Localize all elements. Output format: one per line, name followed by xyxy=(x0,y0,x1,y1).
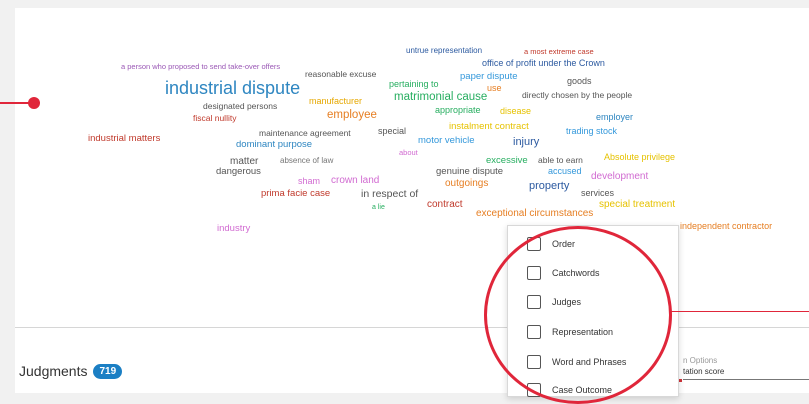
cloud-word[interactable]: pertaining to xyxy=(389,80,439,89)
cloud-word[interactable]: industrial matters xyxy=(88,134,160,144)
cloud-word[interactable]: goods xyxy=(567,77,592,86)
cloud-word[interactable]: injury xyxy=(513,137,539,148)
cloud-word[interactable]: disease xyxy=(500,107,531,116)
cloud-word[interactable]: property xyxy=(529,181,569,192)
cloud-word[interactable]: able to earn xyxy=(538,156,583,165)
cloud-word[interactable]: designated persons xyxy=(203,102,277,111)
cloud-word[interactable]: manufacturer xyxy=(309,97,362,106)
sort-value[interactable]: tation score xyxy=(683,367,724,376)
cloud-word[interactable]: independent contractor xyxy=(680,222,772,231)
cloud-word[interactable]: dominant purpose xyxy=(236,140,312,150)
cloud-word[interactable]: directly chosen by the people xyxy=(522,91,632,100)
cloud-word[interactable]: motor vehicle xyxy=(418,136,475,146)
cloud-word[interactable]: untrue representation xyxy=(406,47,482,55)
cloud-word[interactable]: fiscal nullity xyxy=(193,114,236,123)
cloud-word[interactable]: reasonable excuse xyxy=(305,70,376,79)
cloud-word[interactable]: special xyxy=(378,127,406,136)
cloud-word[interactable]: development xyxy=(591,172,648,182)
cloud-word[interactable]: outgoings xyxy=(445,179,488,189)
cloud-word[interactable]: dangerous xyxy=(216,167,261,177)
cloud-word[interactable]: sham xyxy=(298,177,320,186)
judgments-label: Judgments xyxy=(19,363,88,379)
checkbox[interactable] xyxy=(527,266,541,280)
filter-option-case-outcome[interactable]: Case Outcome xyxy=(508,378,678,402)
filter-option-label: Judges xyxy=(552,297,582,307)
cloud-word[interactable]: appropriate xyxy=(435,106,481,115)
cloud-word[interactable]: a most extreme case xyxy=(524,48,594,56)
cloud-word[interactable]: office of profit under the Crown xyxy=(482,59,605,68)
filter-option-word-and-phrases[interactable]: Word and Phrases xyxy=(508,350,678,374)
filter-option-catchwords[interactable]: Catchwords xyxy=(508,261,678,285)
filter-option-label: Order xyxy=(552,239,576,249)
cloud-word[interactable]: excessive xyxy=(486,156,528,166)
annotation-line-left xyxy=(0,102,30,104)
cloud-word[interactable]: employer xyxy=(596,113,633,122)
cloud-word[interactable]: prima facie case xyxy=(261,189,330,199)
cloud-word[interactable]: absence of law xyxy=(280,157,333,165)
judgments-count-badge: 719 xyxy=(93,363,123,379)
cloud-word[interactable]: exceptional circumstances xyxy=(476,209,593,219)
filter-option-label: Representation xyxy=(552,327,614,337)
cloud-word[interactable]: industrial dispute xyxy=(165,79,300,97)
cloud-word[interactable]: employee xyxy=(327,109,377,122)
checkbox[interactable] xyxy=(527,383,541,397)
cloud-word[interactable]: special treatment xyxy=(599,200,675,210)
cloud-word[interactable]: a person who proposed to send take-over … xyxy=(121,63,280,71)
filter-option-order[interactable]: Order xyxy=(508,232,678,256)
cloud-word[interactable]: instalment contract xyxy=(449,122,529,132)
cloud-word[interactable]: accused xyxy=(548,167,582,176)
cloud-word[interactable]: about xyxy=(399,149,418,157)
cloud-word[interactable]: trading stock xyxy=(566,127,617,136)
cloud-word[interactable]: matrimonial cause xyxy=(394,91,487,104)
cloud-word[interactable]: use xyxy=(487,84,502,93)
filter-dropdown: Order Catchwords Judges Representation W… xyxy=(507,225,679,397)
filter-option-representation[interactable]: Representation xyxy=(508,320,678,344)
annotation-dot xyxy=(28,97,40,109)
cloud-word[interactable]: in respect of xyxy=(361,189,418,200)
cloud-word[interactable]: maintenance agreement xyxy=(259,129,351,138)
judgments-header: Judgments 719 xyxy=(19,363,123,379)
sort-control[interactable]: n Options tation score xyxy=(683,356,724,376)
checkbox[interactable] xyxy=(527,355,541,369)
cloud-word[interactable]: services xyxy=(581,189,614,198)
cloud-word[interactable]: paper dispute xyxy=(460,72,518,82)
cloud-word[interactable]: industry xyxy=(217,224,250,234)
cloud-word[interactable]: genuine dispute xyxy=(436,167,503,177)
sort-underline xyxy=(683,379,809,380)
filter-option-judges[interactable]: Judges xyxy=(508,290,678,314)
cloud-word[interactable]: crown land xyxy=(331,176,379,186)
checkbox[interactable] xyxy=(527,295,541,309)
cloud-word[interactable]: contract xyxy=(427,200,463,210)
section-divider xyxy=(15,327,809,328)
checkbox[interactable] xyxy=(527,325,541,339)
filter-option-label: Catchwords xyxy=(552,268,600,278)
checkbox[interactable] xyxy=(527,237,541,251)
annotation-line-right xyxy=(669,311,809,312)
cloud-word[interactable]: a lie xyxy=(372,204,385,211)
sort-caption: n Options xyxy=(683,356,718,365)
cloud-word[interactable]: Absolute privilege xyxy=(604,153,675,162)
filter-option-label: Word and Phrases xyxy=(552,357,627,367)
filter-option-label: Case Outcome xyxy=(552,385,613,395)
